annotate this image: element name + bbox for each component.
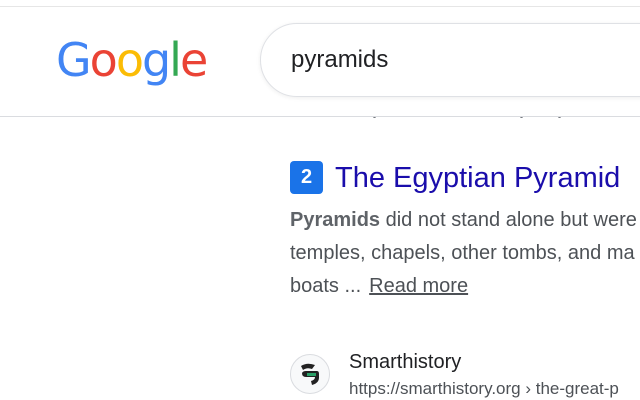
search-results-page: Google 2 The Egyptian Pyramid Pyramids d… — [0, 0, 640, 400]
snippet-highlight: Pyramids — [290, 209, 381, 231]
logo-letter: g — [141, 33, 171, 87]
result-snippet: Pyramids did not stand alone but were te… — [290, 204, 640, 303]
source-url: https://smarthistory.org › the-great-p — [349, 379, 619, 398]
result-title-link[interactable]: The Egyptian Pyramid — [335, 160, 620, 196]
snippet-line-1-text: did not stand alone but were — [380, 209, 637, 231]
logo-letter: l — [169, 33, 182, 87]
snippet-line-1: Pyramids did not stand alone but were — [290, 204, 640, 237]
snippet-line-3: boats ... Read more — [290, 270, 640, 303]
google-logo[interactable]: Google — [56, 33, 208, 87]
search-input[interactable] — [291, 44, 621, 76]
read-more-link[interactable]: Read more — [369, 275, 468, 297]
source-site-name: Smarthistory — [349, 351, 462, 373]
source-info[interactable]: Smarthistory https://smarthistory.org › … — [290, 350, 640, 400]
logo-letter: G — [56, 33, 92, 87]
result-rank-badge: 2 — [290, 161, 323, 194]
logo-letter: o — [115, 33, 144, 87]
logo-letter: e — [179, 33, 208, 87]
search-box[interactable] — [260, 23, 640, 97]
snippet-line-2: temples, chapels, other tombs, and ma — [290, 242, 635, 264]
logo-letter: o — [89, 33, 118, 87]
snippet-line-3-text: boats ... — [290, 275, 362, 297]
search-header: Google — [0, 7, 640, 117]
smarthistory-icon — [290, 354, 330, 394]
